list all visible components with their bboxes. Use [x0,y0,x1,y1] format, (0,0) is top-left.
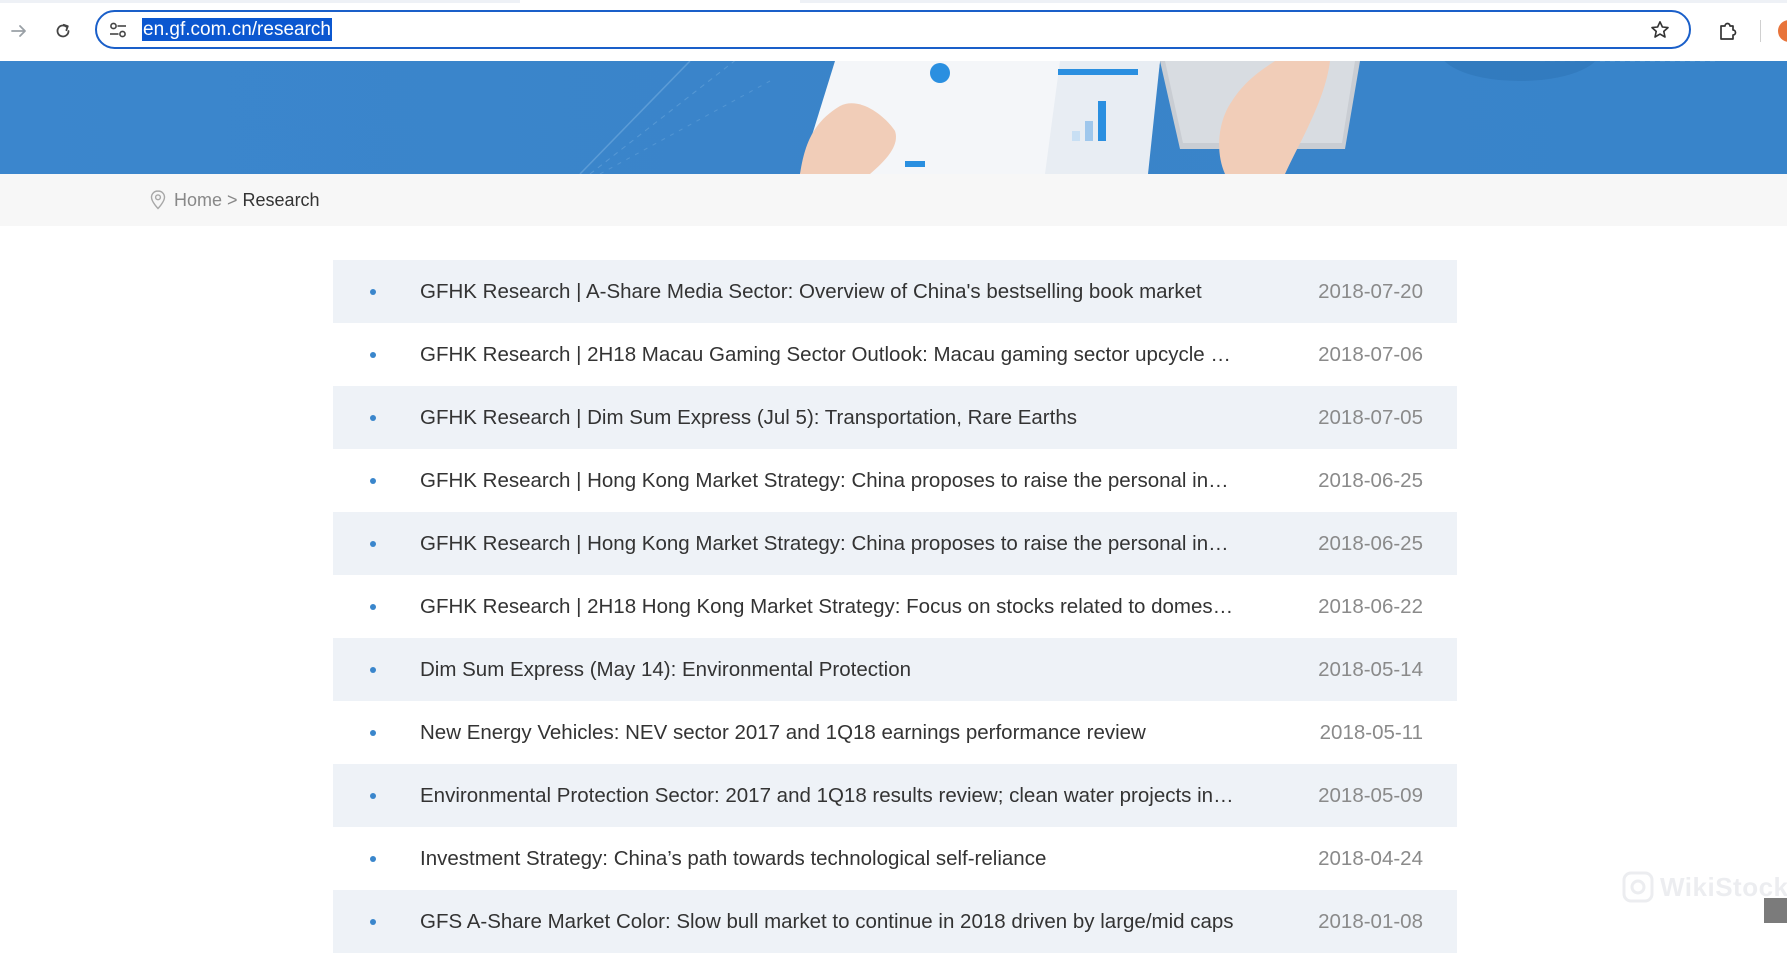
list-item-title[interactable]: GFHK Research | 2H18 Macau Gaming Sector… [420,342,1238,368]
bullet-icon [370,541,376,547]
research-banner [0,61,1787,174]
bullet-icon [370,856,376,862]
list-item[interactable]: GFHK Research | Hong Kong Market Strateg… [333,512,1457,575]
list-item-date: 2018-07-20 [1318,280,1423,303]
breadcrumb-current: Research [242,189,320,210]
list-item-title[interactable]: Investment Strategy: China’s path toward… [420,846,1238,872]
list-item-date: 2018-07-06 [1318,343,1423,366]
list-item-title[interactable]: Environmental Protection Sector: 2017 an… [420,783,1238,809]
watermark-logo-icon [1622,871,1654,903]
tab-strip-edge [0,0,1787,3]
arrow-right-icon [11,25,26,37]
bullet-icon [370,415,376,421]
scrollbar-thumb[interactable] [1764,898,1787,923]
list-item-title[interactable]: GFS A-Share Market Color: Slow bull mark… [420,909,1238,935]
list-item[interactable]: GFHK Research | Dim Sum Express (Jul 5):… [333,386,1457,449]
list-item-date: 2018-05-14 [1318,658,1423,681]
extensions-button[interactable] [1712,15,1744,47]
site-settings-button[interactable] [107,19,129,41]
bullet-icon [370,478,376,484]
list-item[interactable]: GFHK Research | A-Share Media Sector: Ov… [333,260,1457,323]
location-pin-icon [150,190,168,210]
list-item-date: 2018-01-08 [1318,910,1423,933]
list-item[interactable]: New Energy Vehicles: NEV sector 2017 and… [333,701,1457,764]
list-item-date: 2018-06-22 [1318,595,1423,618]
list-item-title[interactable]: GFHK Research | Hong Kong Market Strateg… [420,531,1238,557]
list-item[interactable]: GFHK Research | 2H18 Macau Gaming Sector… [333,323,1457,386]
breadcrumb-home-link[interactable]: Home [174,190,222,211]
list-item-date: 2018-07-05 [1318,406,1423,429]
bullet-icon [370,919,376,925]
bullet-icon [370,730,376,736]
list-item-title[interactable]: GFHK Research | Hong Kong Market Strateg… [420,468,1238,494]
bullet-icon [370,667,376,673]
list-item-title[interactable]: GFHK Research | Dim Sum Express (Jul 5):… [420,405,1238,431]
list-item-title[interactable]: GFHK Research | 2H18 Hong Kong Market St… [420,594,1238,620]
address-bar[interactable]: en.gf.com.cn/research [95,10,1691,49]
forward-button[interactable] [1,13,37,49]
breadcrumb-bar: Home > Research [0,174,1787,226]
bullet-icon [370,289,376,295]
list-item[interactable]: GFHK Research | 2H18 Hong Kong Market St… [333,575,1457,638]
list-item-date: 2018-04-24 [1318,847,1423,870]
star-icon [1651,21,1669,38]
list-item[interactable]: GFS A-Share Market Color: Slow bull mark… [333,890,1457,953]
bookmark-button[interactable] [1649,19,1671,41]
watermark: WikiStock [1622,870,1787,904]
list-item-title[interactable]: GFHK Research | A-Share Media Sector: Ov… [420,279,1238,305]
active-tab-edge [520,0,800,3]
list-item[interactable]: Dim Sum Express (May 14): Environmental … [333,638,1457,701]
puzzle-icon [1720,22,1737,40]
url-text[interactable]: en.gf.com.cn/research [142,18,332,41]
list-item-date: 2018-06-25 [1318,532,1423,555]
browser-toolbar: en.gf.com.cn/research [0,0,1787,62]
profile-avatar-icon[interactable] [1778,20,1787,42]
breadcrumb: Home > Research [150,189,320,211]
reload-button[interactable] [45,13,81,49]
list-item-title[interactable]: Dim Sum Express (May 14): Environmental … [420,657,1238,683]
tune-icon [110,22,126,38]
breadcrumb-separator: > [227,189,238,210]
list-item-date: 2018-05-11 [1319,721,1423,744]
list-item-title[interactable]: New Energy Vehicles: NEV sector 2017 and… [420,720,1238,746]
banner-illustration [0,61,1787,174]
bullet-icon [370,793,376,799]
bullet-icon [370,604,376,610]
list-item-date: 2018-05-09 [1318,784,1423,807]
bullet-icon [370,352,376,358]
list-item-date: 2018-06-25 [1318,469,1423,492]
research-list: GFHK Research | A-Share Media Sector: Ov… [333,260,1457,953]
reload-icon [56,23,70,38]
list-item[interactable]: Environmental Protection Sector: 2017 an… [333,764,1457,827]
list-item[interactable]: GFHK Research | Hong Kong Market Strateg… [333,449,1457,512]
toolbar-divider [1760,20,1761,42]
list-item[interactable]: Investment Strategy: China’s path toward… [333,827,1457,890]
